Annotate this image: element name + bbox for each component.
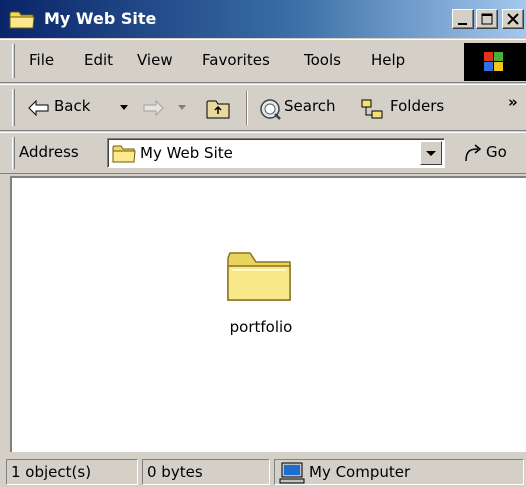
title-bar[interactable]: My Web Site	[0, 0, 526, 38]
maximize-button[interactable]	[476, 9, 498, 29]
windows-flag-icon	[484, 52, 503, 71]
address-bar: Address My Web Site Go	[0, 132, 526, 174]
folder-icon	[9, 11, 35, 29]
status-object-count: 1 object(s)	[6, 459, 138, 485]
window-title: My Web Site	[44, 9, 157, 28]
menu-tools[interactable]: Tools	[304, 51, 341, 69]
windows-logo	[464, 43, 526, 81]
folder-icon	[112, 145, 136, 163]
back-label: Back	[54, 97, 91, 115]
status-zone: My Computer	[274, 459, 524, 485]
standard-toolbar: Back Search Folders »	[0, 84, 526, 131]
my-computer-icon	[279, 462, 305, 484]
go-button[interactable]: Go	[458, 137, 522, 169]
up-folder-icon	[206, 100, 230, 119]
folder-name: portfolio	[229, 318, 293, 336]
close-button[interactable]	[502, 9, 524, 29]
close-icon	[507, 13, 519, 25]
address-value: My Web Site	[140, 144, 233, 162]
search-icon	[260, 99, 281, 120]
back-button[interactable]: Back	[22, 89, 134, 127]
minimize-button[interactable]	[452, 9, 474, 29]
menu-favorites[interactable]: Favorites	[202, 51, 270, 69]
toolbar-overflow-button[interactable]: »	[508, 93, 518, 111]
address-dropdown-button[interactable]	[420, 141, 442, 165]
folders-button[interactable]: Folders	[358, 89, 458, 127]
back-arrow-icon	[28, 100, 49, 116]
status-size: 0 bytes	[142, 459, 270, 485]
status-bar: 1 object(s) 0 bytes My Computer	[0, 455, 526, 487]
folders-tree-icon	[361, 99, 383, 119]
forward-button[interactable]	[140, 89, 194, 127]
chevron-down-icon[interactable]	[178, 105, 187, 111]
address-label: Address	[19, 143, 79, 161]
minimize-icon	[458, 23, 467, 25]
menu-bar: File Edit View Favorites Tools Help	[0, 39, 526, 83]
menu-help[interactable]: Help	[371, 51, 405, 69]
address-grip[interactable]	[12, 137, 15, 169]
menu-edit[interactable]: Edit	[84, 51, 113, 69]
status-zone-label: My Computer	[309, 463, 411, 481]
chevron-down-icon	[426, 151, 436, 156]
forward-arrow-icon	[143, 100, 164, 116]
menu-file[interactable]: File	[29, 51, 54, 69]
toolbar-separator	[246, 91, 248, 125]
address-input[interactable]: My Web Site	[107, 138, 445, 168]
toolbar-grip[interactable]	[12, 89, 15, 126]
chevron-down-icon[interactable]	[120, 105, 129, 111]
folders-label: Folders	[390, 97, 445, 115]
menu-view[interactable]: View	[137, 51, 173, 69]
search-label: Search	[284, 97, 336, 115]
go-label: Go	[486, 143, 507, 161]
search-button[interactable]: Search	[254, 89, 346, 127]
up-folder-button[interactable]	[200, 89, 238, 127]
go-arrow-icon	[465, 144, 482, 162]
explorer-window: My Web Site File Edit View Favorites Too…	[0, 0, 526, 487]
maximize-icon	[481, 13, 493, 25]
menu-grip[interactable]	[12, 44, 15, 78]
folder-view[interactable]: portfolio	[10, 176, 526, 452]
folder-icon	[227, 252, 291, 301]
